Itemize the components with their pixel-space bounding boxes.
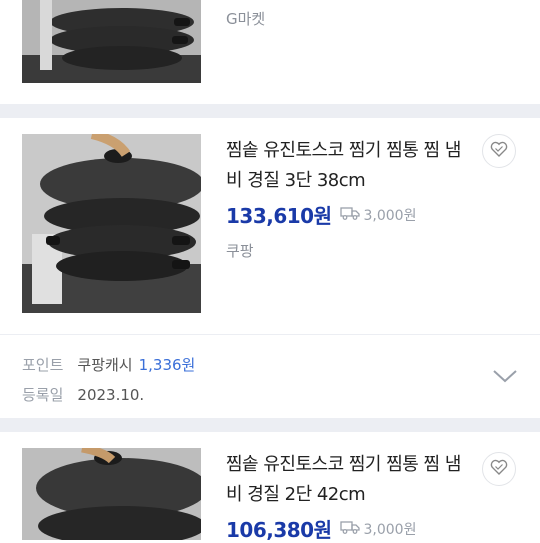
mall-name: G마켓 xyxy=(226,10,266,28)
truck-icon xyxy=(339,206,364,224)
shipping-fee-value: 3,000원 xyxy=(363,521,417,538)
product-card[interactable]: 찜솥 유진토스코 찜기 찜통 찜 냄비 경질 2단 42cm 106,380원 … xyxy=(0,432,540,542)
product-price: 133,610원 xyxy=(226,204,332,228)
mall-name: 쿠팡 xyxy=(226,242,254,260)
product-card[interactable]: G마켓 xyxy=(0,0,540,104)
point-value: 1,336원 xyxy=(138,356,196,374)
date-label: 등록일 xyxy=(22,386,64,404)
wishlist-button[interactable] xyxy=(482,134,516,168)
point-label: 포인트 xyxy=(22,356,64,374)
heart-icon xyxy=(490,141,508,161)
product-price: 106,380원 xyxy=(226,518,332,542)
product-image[interactable] xyxy=(22,0,201,83)
wishlist-button[interactable] xyxy=(482,452,516,486)
product-image[interactable] xyxy=(22,448,201,540)
product-title[interactable]: 찜솥 유진토스코 찜기 찜통 찜 냄비 경질 2단 42cm xyxy=(226,450,466,510)
chevron-down-icon[interactable] xyxy=(492,368,518,388)
date-row: 등록일 2023.10. xyxy=(22,384,144,405)
truck-icon xyxy=(339,520,364,538)
product-image[interactable] xyxy=(22,134,201,313)
point-row: 포인트 쿠팡캐시 1,336원 xyxy=(22,354,195,375)
shipping-fee: 3,000원 xyxy=(339,205,417,225)
product-title[interactable]: 찜솥 유진토스코 찜기 찜통 찜 냄비 경질 3단 38cm xyxy=(226,136,466,196)
product-card[interactable]: 찜솥 유진토스코 찜기 찜통 찜 냄비 경질 3단 38cm 133,610원 … xyxy=(0,118,540,418)
date-value: 2023.10. xyxy=(77,385,145,404)
heart-icon xyxy=(490,459,508,479)
shipping-fee: 3,000원 xyxy=(339,519,417,539)
card-divider xyxy=(0,104,540,118)
point-name: 쿠팡캐시 xyxy=(77,356,133,374)
section-line xyxy=(0,334,540,335)
shipping-fee-value: 3,000원 xyxy=(363,207,417,224)
card-divider xyxy=(0,418,540,432)
